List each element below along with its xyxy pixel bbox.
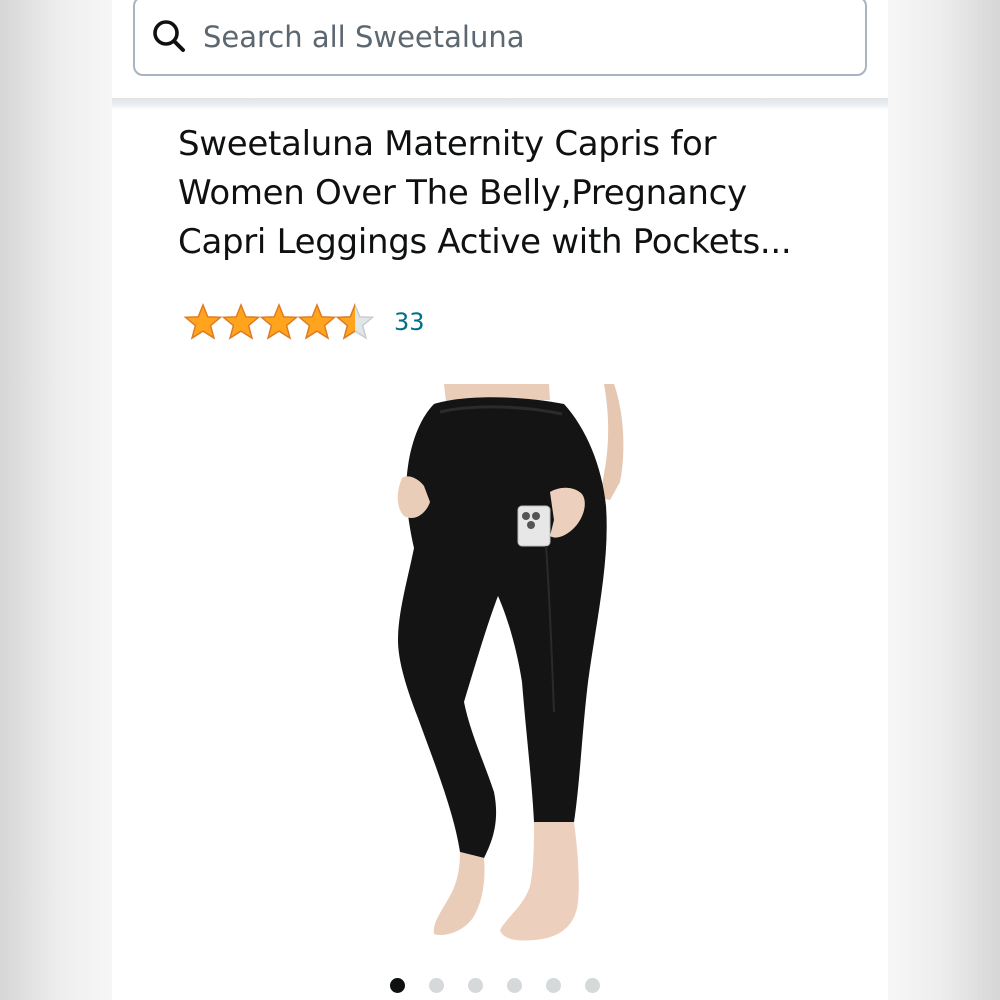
- star-icon: [222, 303, 260, 340]
- product-photo[interactable]: [374, 382, 634, 948]
- carousel-dot[interactable]: [390, 978, 405, 993]
- carousel-dot[interactable]: [546, 978, 561, 993]
- carousel-dot[interactable]: [429, 978, 444, 993]
- image-carousel-indicator[interactable]: [390, 978, 624, 993]
- carousel-dot[interactable]: [468, 978, 483, 993]
- star-icon: [184, 303, 222, 340]
- mobile-store-page: Sweetaluna Maternity Capris for Women Ov…: [112, 0, 888, 1000]
- carousel-dot[interactable]: [585, 978, 600, 993]
- rating-row[interactable]: 33: [184, 302, 425, 342]
- star-icon: [298, 303, 336, 340]
- review-count-link[interactable]: 33: [394, 308, 425, 336]
- star-icon: [260, 303, 298, 340]
- search-header: [112, 0, 888, 98]
- half-star-icon: [336, 303, 374, 340]
- search-icon[interactable]: [151, 18, 187, 54]
- carousel-dot[interactable]: [507, 978, 522, 993]
- product-title[interactable]: Sweetaluna Maternity Capris for Women Ov…: [178, 120, 818, 267]
- star-rating[interactable]: [184, 303, 374, 341]
- search-input[interactable]: [203, 12, 843, 62]
- header-divider: [112, 98, 888, 110]
- search-box[interactable]: [133, 0, 867, 76]
